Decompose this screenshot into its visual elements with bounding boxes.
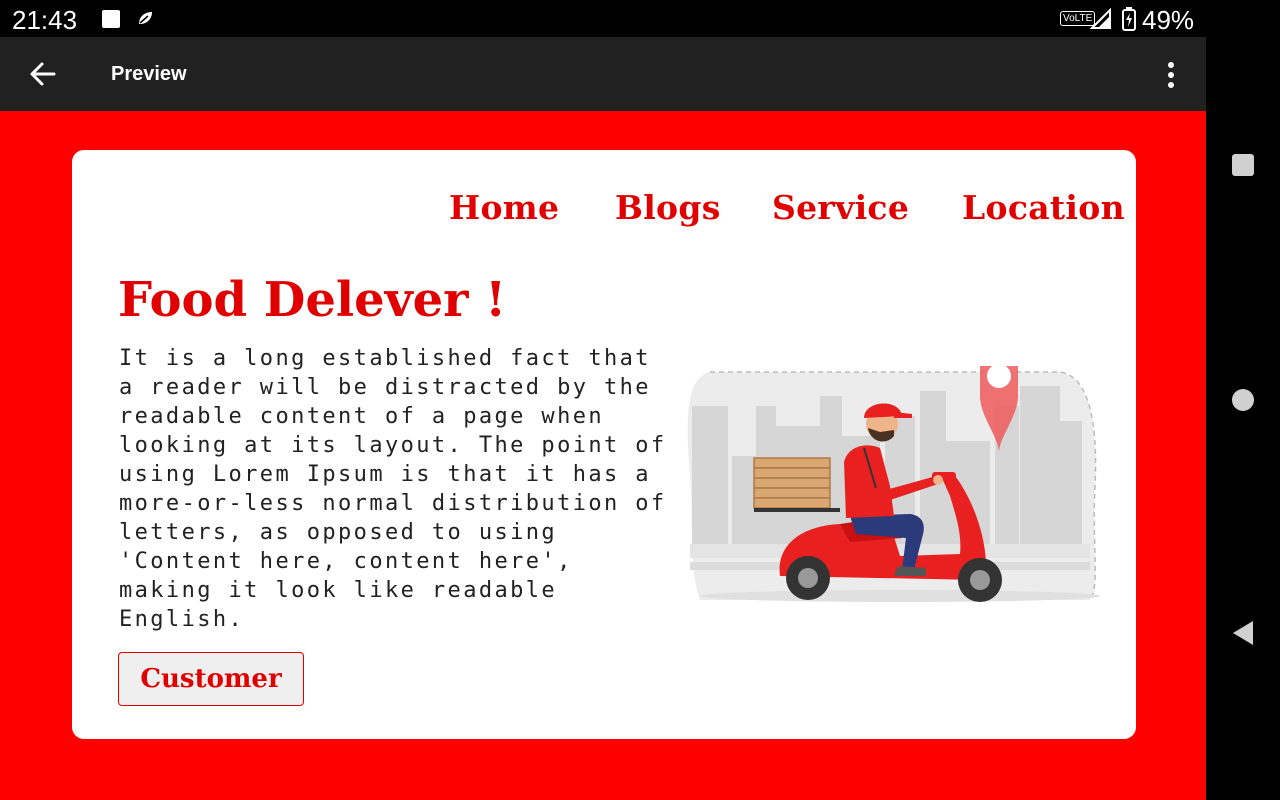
nav-link-service[interactable]: Service [772, 188, 909, 227]
hero-card: Home Blogs Service Location Food Delever… [72, 150, 1136, 739]
page-title: Food Delever ! [118, 272, 507, 328]
customer-button[interactable]: Customer [118, 652, 304, 706]
battery-charging-icon [1122, 7, 1136, 36]
nav-link-blogs[interactable]: Blogs [615, 188, 721, 227]
battery-level: 49% [1142, 5, 1195, 35]
home-button[interactable] [1232, 389, 1254, 411]
leaf-icon [136, 9, 154, 32]
app-bar: Preview [0, 37, 1206, 111]
system-nav-bar [1206, 37, 1280, 800]
delivery-scooter-illustration [687, 366, 1100, 602]
triangle-back-icon [1233, 621, 1253, 645]
back-button[interactable] [26, 57, 60, 91]
more-vert-icon [1168, 62, 1174, 68]
nav-link-location[interactable]: Location [962, 188, 1125, 227]
hero-description: It is a long established fact that a rea… [119, 346, 667, 632]
status-bar: 21:43 VoLTE 49% [0, 0, 1280, 37]
nav-link-home[interactable]: Home [449, 188, 559, 227]
web-preview: Home Blogs Service Location Food Delever… [0, 111, 1206, 800]
system-back-button[interactable] [1231, 619, 1255, 652]
app-title: Preview [111, 63, 187, 85]
arrow-left-icon [30, 62, 56, 86]
recent-apps-button[interactable] [1232, 154, 1254, 176]
status-time: 21:43 [12, 5, 78, 35]
more-options-button[interactable] [1158, 57, 1184, 93]
square-notification-icon [102, 10, 120, 28]
signal-icon [1089, 7, 1112, 35]
